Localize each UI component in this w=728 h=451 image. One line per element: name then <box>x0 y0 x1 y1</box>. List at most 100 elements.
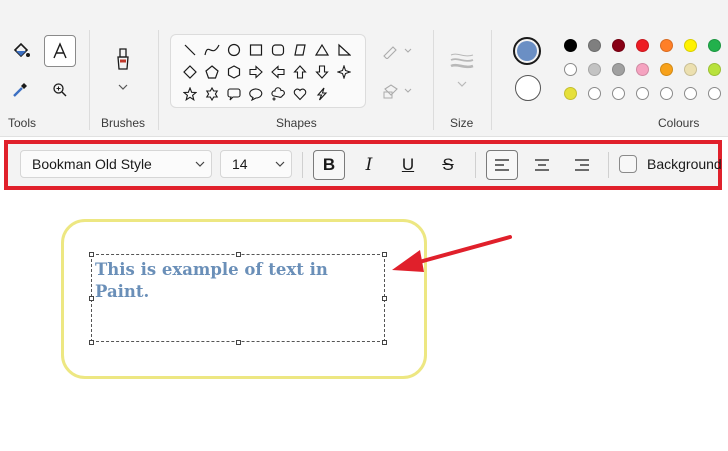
colour-swatch[interactable] <box>612 63 625 76</box>
colour-swatch[interactable] <box>684 39 697 52</box>
resize-handle-bottom-left[interactable] <box>89 340 94 345</box>
colour-swatch[interactable] <box>708 39 721 52</box>
colour-swatch[interactable] <box>564 87 577 100</box>
shape-left-arrow[interactable] <box>267 61 289 83</box>
ribbon-separator <box>89 30 90 130</box>
colour-swatch[interactable] <box>588 39 601 52</box>
colour-swatch[interactable] <box>588 87 601 100</box>
toolbar-separator <box>475 152 476 178</box>
primary-colour[interactable] <box>513 37 541 65</box>
oval-icon <box>227 43 241 57</box>
colour-swatch[interactable] <box>636 87 649 100</box>
align-center-button[interactable] <box>526 150 558 180</box>
colours-group-label: Colours <box>658 116 700 130</box>
shape-triangle[interactable] <box>311 39 333 61</box>
rounded-rectangle-icon <box>271 44 285 56</box>
shape-oval-callout[interactable] <box>245 83 267 105</box>
resize-handle-middle-right[interactable] <box>382 296 387 301</box>
hexagon-icon <box>227 65 241 79</box>
shape-line[interactable] <box>179 39 201 61</box>
fill-shape-button[interactable] <box>378 80 416 102</box>
text-tool[interactable] <box>44 35 76 67</box>
size-button[interactable] <box>446 48 478 92</box>
shape-diamond[interactable] <box>179 61 201 83</box>
font-family-dropdown[interactable]: Bookman Old Style <box>20 150 212 178</box>
bold-button[interactable]: B <box>313 150 345 180</box>
resize-handle-bottom-right[interactable] <box>382 340 387 345</box>
colour-swatch[interactable] <box>684 63 697 76</box>
strike-label: S <box>442 155 454 174</box>
color-picker-tool[interactable] <box>8 78 32 102</box>
colour-swatch[interactable] <box>708 63 721 76</box>
colour-swatch[interactable] <box>636 39 649 52</box>
shape-up-arrow[interactable] <box>289 61 311 83</box>
resize-handle-middle-left[interactable] <box>89 296 94 301</box>
six-point-star-icon <box>205 87 219 101</box>
shape-right-arrow[interactable] <box>245 61 267 83</box>
resize-handle-top-middle[interactable] <box>236 252 241 257</box>
shape-rectangle[interactable] <box>245 39 267 61</box>
align-right-button[interactable] <box>566 150 598 180</box>
secondary-colour[interactable] <box>515 75 541 101</box>
size-icon <box>450 53 474 69</box>
shape-rounded-callout[interactable] <box>223 83 245 105</box>
colour-swatch[interactable] <box>564 39 577 52</box>
colour-swatch[interactable] <box>684 87 697 100</box>
italic-button[interactable]: I <box>353 150 385 180</box>
colour-swatch[interactable] <box>588 63 601 76</box>
chevron-down-icon <box>189 160 211 168</box>
resize-handle-top-left[interactable] <box>89 252 94 257</box>
strikethrough-button[interactable]: S <box>432 150 464 180</box>
shape-heart[interactable] <box>289 83 311 105</box>
shapes-group-label: Shapes <box>276 116 317 130</box>
drawing-canvas[interactable]: This is example of text in Paint. <box>0 190 728 451</box>
resize-handle-bottom-middle[interactable] <box>236 340 241 345</box>
colour-swatch[interactable] <box>612 87 625 100</box>
colour-swatch[interactable] <box>660 39 673 52</box>
heart-icon <box>293 88 307 101</box>
colour-swatch[interactable] <box>636 63 649 76</box>
shape-lightning[interactable] <box>311 83 333 105</box>
shape-hexagon[interactable] <box>223 61 245 83</box>
colour-swatch[interactable] <box>660 87 673 100</box>
shape-four-point-star[interactable] <box>333 61 355 83</box>
shape-six-point-star[interactable] <box>201 83 223 105</box>
shape-pentagon[interactable] <box>201 61 223 83</box>
size-group-label: Size <box>450 116 474 130</box>
shape-rounded-rectangle[interactable] <box>267 39 289 61</box>
shape-cloud-callout[interactable] <box>267 83 289 105</box>
align-right-icon <box>575 159 589 171</box>
shape-right-triangle[interactable] <box>333 39 355 61</box>
annotation-arrow <box>392 235 512 272</box>
bold-label: B <box>322 155 336 174</box>
shape-down-arrow[interactable] <box>311 61 333 83</box>
fill-tool[interactable] <box>8 38 34 64</box>
pentagon-icon <box>205 65 219 79</box>
background-checkbox[interactable] <box>619 155 637 173</box>
shape-oval[interactable] <box>223 39 245 61</box>
brushes-button[interactable] <box>108 42 138 96</box>
colour-swatch[interactable] <box>564 63 577 76</box>
chevron-down-icon <box>118 84 128 90</box>
ribbon-separator <box>491 30 492 130</box>
magnifier-tool[interactable] <box>48 78 72 102</box>
toolbar-separator <box>302 152 303 178</box>
shape-polygon[interactable] <box>289 39 311 61</box>
underline-button[interactable]: U <box>392 150 424 180</box>
shape-five-point-star[interactable] <box>179 83 201 105</box>
colour-swatch[interactable] <box>660 63 673 76</box>
curve-icon <box>204 44 220 56</box>
diamond-icon <box>183 65 197 79</box>
text-toolbar: Bookman Old Style 14 B I U S Background <box>4 140 722 190</box>
five-point-star-icon <box>183 87 197 101</box>
canvas-text[interactable]: This is example of text in Paint. <box>95 259 375 303</box>
triangle-icon <box>315 43 329 56</box>
align-center-icon <box>535 159 549 171</box>
outline-button[interactable] <box>378 40 416 62</box>
font-size-dropdown[interactable]: 14 <box>220 150 292 178</box>
align-left-button[interactable] <box>486 150 518 180</box>
outline-icon <box>383 46 412 59</box>
shape-curve[interactable] <box>201 39 223 61</box>
colour-swatch[interactable] <box>708 87 721 100</box>
colour-swatch[interactable] <box>612 39 625 52</box>
